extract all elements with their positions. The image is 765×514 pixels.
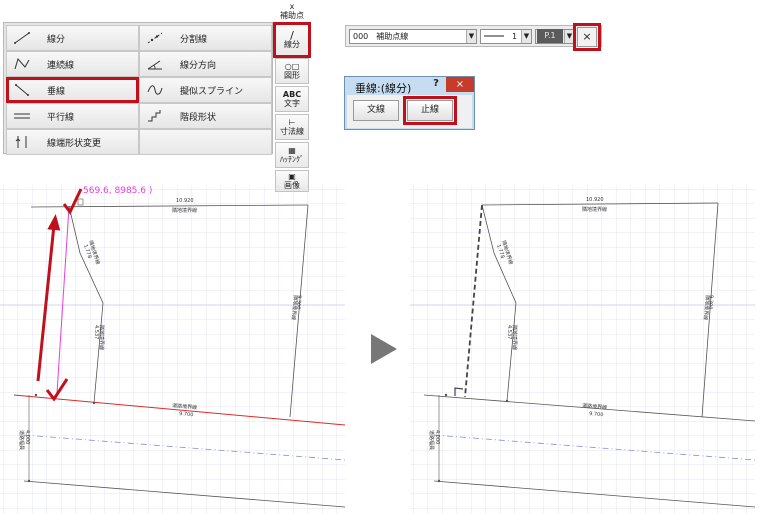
- menu-item-label: 線分方向: [180, 60, 217, 71]
- line-end-shape-icon: [7, 130, 37, 154]
- toolbar-label: 補助点: [280, 11, 304, 20]
- toolbar-label: ﾊｯﾁﾝｸﾞ: [280, 155, 304, 164]
- close-button[interactable]: ×: [577, 27, 597, 47]
- canvas-grid: [410, 185, 755, 514]
- auxiliary-point-icon: x: [289, 2, 295, 11]
- chevron-down-icon: ▼: [466, 29, 476, 43]
- transition-arrow-icon: [371, 334, 397, 364]
- top-boundary-label: 隣地境界線: [582, 206, 607, 213]
- text-line-button[interactable]: 文線: [353, 100, 399, 121]
- hatching-tool-button[interactable]: ▦ ﾊｯﾁﾝｸﾞ: [275, 142, 309, 168]
- top-length-label: 10.920: [176, 198, 194, 204]
- top-length-label: 10.920: [586, 197, 604, 203]
- menu-item-line-direction[interactable]: 線分方向: [139, 51, 272, 77]
- auxiliary-point-button[interactable]: x 補助点: [275, 0, 309, 22]
- menu-item-perpendicular-line[interactable]: 垂線: [6, 77, 139, 103]
- menu-item-label: 階段形状: [180, 112, 217, 123]
- vertex-point: [437, 479, 441, 483]
- dimension-tool-button[interactable]: ⊢ 寸法線: [275, 114, 309, 140]
- menu-item-label: 擬似スプライン: [180, 86, 244, 97]
- cad-canvas-before[interactable]: 10.920 隣地境界線 1.778 隣地境界線 4.537 隣地境界線 9.3…: [0, 185, 345, 514]
- dialog-close-button[interactable]: ×: [446, 77, 474, 92]
- snap-marker: [77, 198, 84, 206]
- menu-item-polyline[interactable]: 連続線: [6, 51, 139, 77]
- menu-item-label: 分割線: [180, 34, 208, 45]
- line-width-value: 1: [512, 31, 518, 41]
- dialog-title: 垂線:(線分): [355, 82, 412, 95]
- bottom-length-label: 9.700: [179, 411, 194, 418]
- road-width-length-label: 4.000: [24, 430, 30, 444]
- menu-item-label: 平行線: [47, 112, 75, 123]
- road-width-length-label: 4.000: [434, 430, 440, 444]
- menu-item-line-end-shape[interactable]: 線端形状変更: [6, 129, 139, 155]
- road-width-label: 道路幅員: [428, 430, 435, 450]
- menu-item-label: 垂線: [47, 86, 66, 97]
- vertex-point: [444, 393, 448, 397]
- road-width-label: 道路幅員: [18, 430, 25, 450]
- pseudo-spline-icon: [140, 78, 170, 102]
- menu-item-empty: [139, 129, 272, 155]
- menu-item-divided-line[interactable]: 分割線: [139, 25, 272, 51]
- line-tool-icon: /: [290, 29, 294, 42]
- hatching-tool-icon: ▦: [288, 146, 296, 155]
- line-segment-icon: [7, 26, 37, 50]
- menu-item-label: 線分: [47, 34, 66, 45]
- pen-value: P.1: [537, 29, 563, 43]
- shape-tool-icon: ○□: [284, 62, 300, 71]
- vertex-point: [92, 401, 96, 405]
- dialog-body: 文線 止線: [347, 95, 472, 128]
- vertex-point: [27, 479, 31, 483]
- command-menu-panel: 線分 分割線 連続線 線分方向 垂線 擬似スプライン 平行線 階段形状 線端形状…: [3, 22, 273, 155]
- top-boundary-label: 隣地境界線: [172, 207, 197, 214]
- help-icon[interactable]: ?: [429, 78, 443, 92]
- vertical-toolbar: x 補助点 / 線分 ○□ 図形 ABC 文字 ⊢ 寸法線 ▦ ﾊｯﾁﾝｸﾞ ▣…: [273, 0, 311, 194]
- pen-select[interactable]: P.1 ▼: [535, 28, 575, 44]
- polyline-icon: [7, 52, 37, 76]
- line-style-icon: [484, 35, 504, 37]
- cad-canvas-after[interactable]: 10.920 隣地境界線 1.778 隣地境界線 4.537 隣地境界線 9.3…: [410, 185, 755, 514]
- chevron-down-icon: ▼: [521, 29, 531, 43]
- menu-item-pseudo-spline[interactable]: 擬似スプライン: [139, 77, 272, 103]
- menu-item-staircase-line[interactable]: 階段形状: [139, 103, 272, 129]
- image-tool-icon: ▣: [288, 172, 296, 181]
- line-direction-icon: [140, 52, 170, 76]
- menu-item-label: 連続線: [47, 60, 75, 71]
- toolbar-label: 線分: [284, 40, 300, 49]
- toolbar-label: 寸法線: [280, 127, 304, 136]
- parallel-line-icon: [7, 104, 37, 128]
- line-width-select[interactable]: 1 ▼: [480, 28, 532, 44]
- text-tool-button[interactable]: ABC 文字: [275, 86, 309, 112]
- staircase-line-icon: [140, 104, 170, 128]
- layer-select[interactable]: 000 補助点線 ▼: [349, 28, 477, 44]
- line-tool-button[interactable]: / 線分: [273, 22, 311, 58]
- dimension-tool-icon: ⊢: [288, 118, 296, 127]
- stop-line-button[interactable]: 止線: [403, 96, 457, 125]
- vertex-point: [505, 399, 509, 403]
- mid-boundary-label: 隣地境界線: [511, 325, 518, 350]
- menu-item-line-segment[interactable]: 線分: [6, 25, 139, 51]
- menu-item-parallel-line[interactable]: 平行線: [6, 103, 139, 129]
- shape-tool-button[interactable]: ○□ 図形: [275, 58, 309, 84]
- vertex-point: [34, 393, 38, 397]
- cursor-coordinate-readout: 569.6, 8985.6 ): [83, 186, 153, 196]
- toolbar-label: 図形: [284, 71, 300, 80]
- layer-select-value: 000 補助点線: [353, 31, 409, 41]
- text-tool-icon: ABC: [282, 90, 302, 99]
- toolbar-label: 文字: [284, 99, 300, 108]
- menu-item-label: 線端形状変更: [47, 138, 102, 149]
- bottom-length-label: 9.700: [589, 411, 604, 418]
- perpendicular-dialog: 垂線:(線分) ? × 文線 止線: [344, 76, 475, 130]
- perpendicular-line-icon: [7, 78, 37, 102]
- mid-boundary-label: 隣地境界線: [98, 325, 105, 350]
- property-bar: 000 補助点線 ▼ 1 ▼ P.1 ▼: [345, 25, 602, 47]
- divided-line-icon: [140, 26, 170, 50]
